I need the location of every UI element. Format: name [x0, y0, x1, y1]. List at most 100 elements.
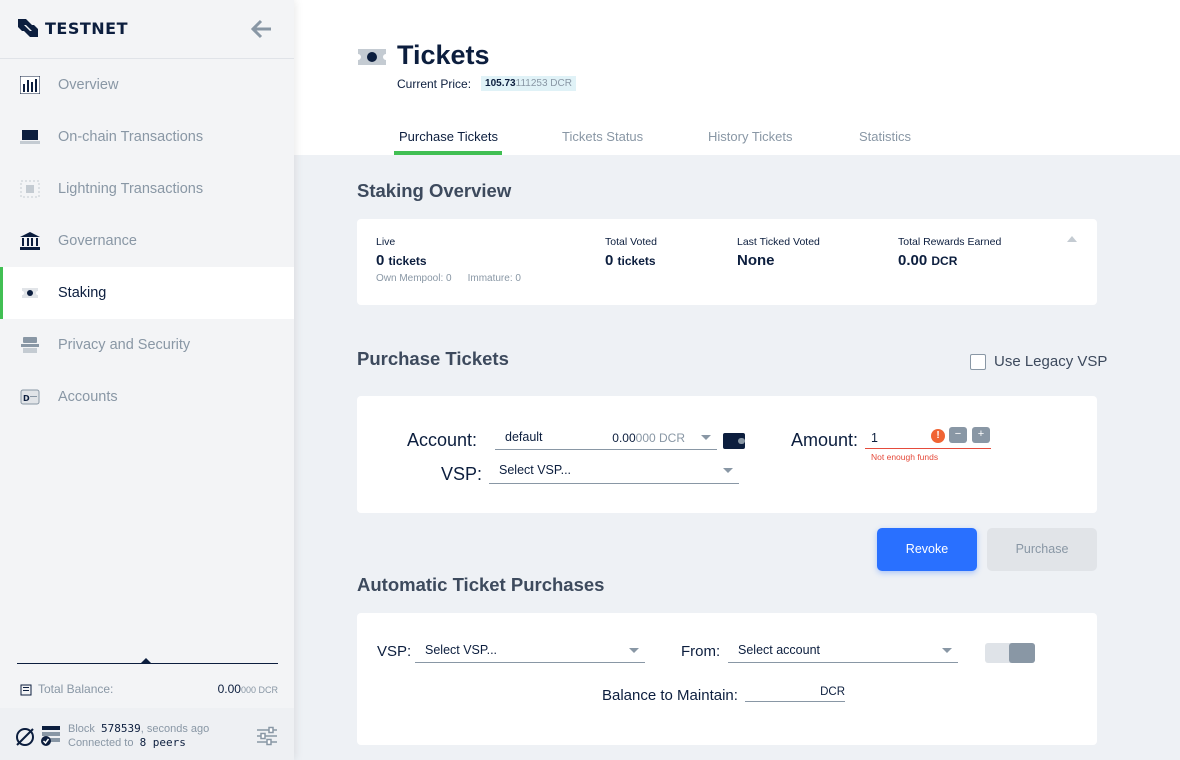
rewards-amount: 0.00 [898, 252, 928, 269]
total-voted-count: 0 [605, 252, 614, 269]
lightning-icon [20, 180, 40, 198]
vsp-select[interactable]: Select VSP... [489, 463, 739, 484]
network-icon [14, 726, 36, 748]
account-select-value: default [505, 430, 543, 444]
overview-icon [19, 75, 41, 95]
sidebar-item-privacy-security[interactable]: Privacy and Security [0, 319, 294, 371]
rewards-value: 0.00 DCR [898, 252, 1001, 269]
sidebar-item-label: Lightning Transactions [58, 181, 204, 197]
governance-icon [20, 232, 40, 250]
immature: Immature: 0 [467, 273, 521, 284]
purchase-tickets-title: Purchase Tickets [357, 348, 509, 369]
auto-vsp-select[interactable]: Select VSP... [415, 643, 645, 663]
total-voted-label: Total Voted [605, 236, 657, 248]
live-value: 0 tickets [376, 252, 521, 269]
brand-name: TESTNET [45, 18, 129, 38]
checkbox-box[interactable] [970, 353, 986, 370]
staking-overview-title: Staking Overview [357, 180, 512, 201]
collapse-overview-caret-icon[interactable] [1067, 236, 1077, 242]
sidebar-item-accounts[interactable]: D Accounts [0, 371, 294, 423]
block-info: Block 578539, seconds ago [68, 722, 209, 735]
sidebar-footer: Block 578539, seconds ago Connected to 8… [0, 708, 294, 760]
increment-button[interactable]: + [972, 427, 990, 443]
tab-history-tickets[interactable]: History Tickets [708, 129, 793, 144]
price-main: 105.73 [485, 78, 516, 89]
own-mempool: Own Mempool: 0 [376, 273, 452, 284]
sidebar-item-label: Accounts [58, 389, 118, 405]
tab-tickets-status[interactable]: Tickets Status [562, 129, 643, 144]
account-balance-dim: 000 DCR [635, 431, 685, 445]
total-balance-main: 0.00 [217, 682, 241, 696]
live-count: 0 [376, 252, 385, 269]
staking-overview-card: Live 0 tickets Own Mempool: 0 Immature: 0… [357, 219, 1097, 305]
sliders-settings-icon[interactable] [256, 726, 278, 746]
collapse-sidebar-button[interactable] [249, 17, 273, 41]
sidebar: TESTNET Overview On-chain Transactions L… [0, 0, 294, 760]
sidebar-item-staking[interactable]: Staking [0, 267, 294, 319]
decrement-button[interactable]: − [949, 427, 967, 443]
sidebar-item-label: Overview [58, 77, 119, 93]
purchase-button[interactable]: Purchase [987, 528, 1097, 571]
live-unit: tickets [388, 254, 427, 268]
tab-statistics[interactable]: Statistics [859, 129, 911, 144]
sidebar-item-lightning-transactions[interactable]: Lightning Transactions [0, 163, 294, 215]
tab-purchase-tickets[interactable]: Purchase Tickets [399, 129, 498, 144]
total-voted-value: 0 tickets [605, 252, 657, 269]
rewards-stat: Total Rewards Earned 0.00 DCR [898, 236, 1001, 269]
page-title: Tickets [397, 40, 490, 70]
page-header: Tickets Current Price: 105.73111253 DCR … [294, 0, 1180, 155]
toggle-knob [1009, 643, 1035, 663]
block-label: Block [68, 723, 95, 735]
total-voted-stat: Total Voted 0 tickets [605, 236, 657, 269]
warning-icon: ! [931, 429, 945, 443]
svg-text:D: D [23, 394, 30, 403]
account-balance: 0.00000 DCR [612, 431, 685, 445]
accounts-icon: D [20, 388, 40, 406]
sidebar-item-label: Staking [58, 285, 107, 301]
live-breakdown: Own Mempool: 0 Immature: 0 [376, 273, 521, 284]
amount-error: Not enough funds [871, 452, 939, 462]
sidebar-menu: Overview On-chain Transactions Lightning… [0, 59, 294, 423]
total-balance: Total Balance: 0.00000 DCR [20, 682, 278, 698]
total-balance-label: Total Balance: [38, 682, 114, 696]
sidebar-item-onchain-transactions[interactable]: On-chain Transactions [0, 111, 294, 163]
logo: TESTNET [16, 17, 128, 39]
account-label: Account: [407, 430, 478, 450]
live-label: Live [376, 236, 396, 248]
auto-buyer-toggle[interactable] [985, 643, 1035, 663]
rewards-label: Total Rewards Earned [898, 236, 1002, 248]
wallet-icon [20, 684, 32, 696]
peers-info: Connected to 8 peers [68, 736, 186, 749]
sidebar-item-label: Privacy and Security [58, 337, 191, 353]
total-balance-small: 000 DCR [240, 685, 278, 695]
from-account-select[interactable]: Select account [728, 643, 958, 663]
purchase-tickets-card: Account: default 0.00000 DCR VSP: Select… [357, 396, 1097, 513]
sidebar-item-overview[interactable]: Overview [0, 59, 294, 111]
logo-row: TESTNET [0, 0, 294, 59]
account-select[interactable]: default 0.00000 DCR [495, 430, 717, 450]
balance-to-maintain-label: Balance to Maintain: [602, 687, 738, 704]
last-voted-value: None [737, 252, 775, 269]
revoke-button[interactable]: Revoke [877, 528, 977, 571]
auto-vsp-placeholder: Select VSP... [425, 643, 498, 657]
sidebar-item-label: On-chain Transactions [58, 129, 204, 145]
peer-count: 8 peers [139, 736, 186, 749]
use-legacy-vsp-checkbox[interactable]: Use Legacy VSP [970, 353, 1107, 370]
decred-logo-icon [16, 17, 40, 39]
balance-unit: DCR [820, 686, 845, 698]
sidebar-item-governance[interactable]: Governance [0, 215, 294, 267]
block-time: , seconds ago [140, 723, 210, 735]
balance-to-maintain-input[interactable]: DCR [745, 686, 845, 702]
ticket-icon [358, 47, 386, 67]
account-balance-main: 0.00 [612, 431, 636, 445]
active-tab-indicator [394, 151, 502, 155]
amount-input[interactable] [871, 431, 931, 445]
current-price: Current Price: 105.73111253 DCR [397, 76, 576, 91]
price-dim: 111253 DCR [515, 78, 572, 89]
chevron-down-icon [723, 468, 733, 473]
from-label: From: [681, 643, 721, 660]
amount-label: Amount: [791, 430, 859, 450]
auto-vsp-label: VSP: [377, 643, 412, 660]
vsp-label: VSP: [441, 464, 483, 484]
divider [17, 663, 278, 664]
